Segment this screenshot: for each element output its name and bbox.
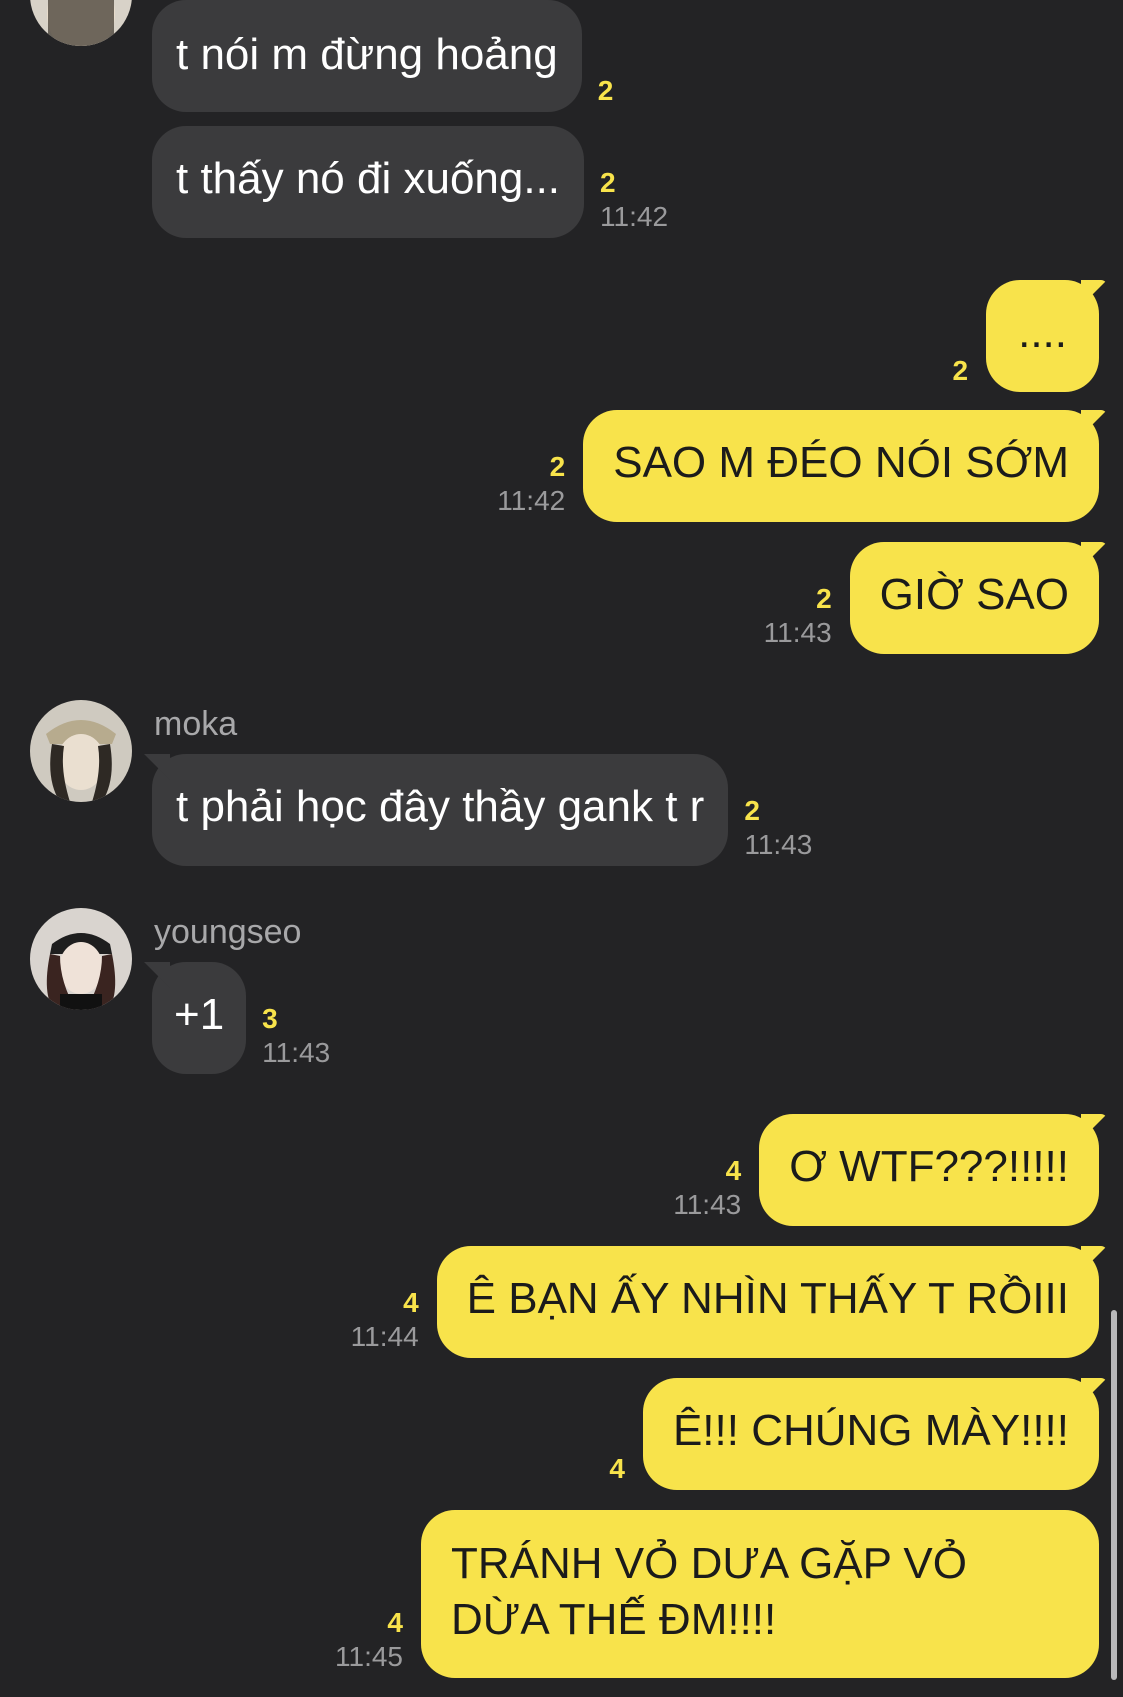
message-bubble[interactable]: Ơ WTF???!!!!! bbox=[759, 1114, 1099, 1226]
timestamp: 11:43 bbox=[744, 829, 813, 860]
message-meta: 4 bbox=[597, 1452, 643, 1490]
message-row-outgoing: GIỜ SAO 2 11:43 bbox=[752, 542, 1099, 654]
unread-count: 2 bbox=[549, 451, 566, 482]
message-row-outgoing: .... 2 bbox=[941, 280, 1099, 392]
message-bubble[interactable]: t thấy nó đi xuống... bbox=[152, 126, 585, 238]
avatar-youngseo[interactable] bbox=[30, 908, 132, 1010]
timestamp: 11:45 bbox=[335, 1641, 403, 1672]
message-row-incoming: t phải học đây thầy gank t r 2 11:43 bbox=[152, 754, 824, 866]
message-row-outgoing: Ê BẠN ẤY NHÌN THẤY T RỒIII 4 11:44 bbox=[339, 1246, 1099, 1358]
message-meta: 2 11:43 bbox=[752, 582, 850, 654]
unread-count: 2 bbox=[744, 795, 760, 826]
unread-count: 2 bbox=[597, 75, 614, 106]
message-bubble[interactable]: SAO M ĐÉO NÓI SỚM bbox=[583, 410, 1099, 522]
message-bubble[interactable]: t nói m đừng hoảng bbox=[152, 0, 582, 112]
message-text: Ê BẠN ẤY NHÌN THẤY T RỒIII bbox=[466, 1274, 1069, 1323]
message-text: t phải học đây thầy gank t r bbox=[176, 782, 705, 831]
message-bubble[interactable]: GIỜ SAO bbox=[849, 542, 1099, 654]
message-text: t thấy nó đi xuống... bbox=[176, 154, 561, 203]
message-meta: 2 11:42 bbox=[584, 166, 680, 238]
message-meta: 2 bbox=[941, 354, 987, 392]
message-row-outgoing: Ê!!! CHÚNG MÀY!!!! 4 bbox=[597, 1378, 1099, 1490]
message-text: GIỜ SAO bbox=[879, 570, 1069, 619]
timestamp: 11:43 bbox=[262, 1037, 331, 1068]
message-bubble[interactable]: +1 bbox=[152, 962, 247, 1074]
scrollbar[interactable] bbox=[1111, 1310, 1117, 1680]
message-bubble[interactable]: .... bbox=[986, 280, 1099, 392]
message-bubble[interactable]: t phải học đây thầy gank t r bbox=[152, 754, 729, 866]
timestamp: 11:42 bbox=[600, 201, 669, 232]
unread-count: 2 bbox=[952, 355, 969, 386]
message-row-outgoing: Ơ WTF???!!!!! 4 11:43 bbox=[661, 1114, 1099, 1226]
avatar-moka[interactable] bbox=[30, 700, 132, 802]
message-row-incoming: t nói m đừng hoảng 2 bbox=[152, 0, 625, 112]
message-meta: 4 11:43 bbox=[661, 1154, 759, 1226]
unread-count: 3 bbox=[262, 1003, 278, 1034]
message-meta: 2 11:42 bbox=[485, 450, 583, 522]
message-text: +1 bbox=[174, 990, 225, 1039]
message-bubble[interactable]: TRÁNH VỎ DƯA GẶP VỎ DỪA THẾ ĐM!!!! bbox=[421, 1510, 1099, 1678]
timestamp: 11:42 bbox=[497, 485, 566, 516]
message-text: SAO M ĐÉO NÓI SỚM bbox=[613, 438, 1069, 487]
message-bubble[interactable]: Ê!!! CHÚNG MÀY!!!! bbox=[642, 1378, 1099, 1490]
message-text: t nói m đừng hoảng bbox=[176, 30, 558, 79]
sender-name: youngseo bbox=[154, 913, 302, 951]
message-meta: 2 11:43 bbox=[728, 794, 824, 866]
unread-count: 4 bbox=[403, 1287, 419, 1318]
message-text: Ơ WTF???!!!!! bbox=[789, 1142, 1069, 1191]
sender-name: moka bbox=[154, 705, 238, 743]
message-meta: 3 11:43 bbox=[246, 1002, 342, 1074]
message-row-incoming: t thấy nó đi xuống... 2 11:42 bbox=[152, 126, 680, 238]
unread-count: 4 bbox=[725, 1155, 742, 1186]
unread-count: 2 bbox=[816, 583, 832, 614]
timestamp: 11:43 bbox=[763, 617, 832, 648]
message-row-incoming: +1 3 11:43 bbox=[152, 962, 342, 1074]
message-meta: 4 11:45 bbox=[323, 1606, 421, 1678]
message-row-outgoing: SAO M ĐÉO NÓI SỚM 2 11:42 bbox=[485, 410, 1099, 522]
message-text: Ê!!! CHÚNG MÀY!!!! bbox=[672, 1406, 1069, 1455]
message-row-outgoing: TRÁNH VỎ DƯA GẶP VỎ DỪA THẾ ĐM!!!! 4 11:… bbox=[323, 1510, 1099, 1678]
timestamp: 11:44 bbox=[350, 1321, 419, 1352]
message-meta: 4 11:44 bbox=[339, 1286, 437, 1358]
unread-count: 2 bbox=[600, 167, 616, 198]
avatar-moka-top[interactable] bbox=[30, 0, 132, 46]
timestamp: 11:43 bbox=[673, 1189, 742, 1220]
unread-count: 4 bbox=[387, 1607, 403, 1638]
message-meta: 2 bbox=[582, 74, 626, 112]
unread-count: 4 bbox=[609, 1453, 625, 1484]
message-text: TRÁNH VỎ DƯA GẶP VỎ DỪA THẾ ĐM!!!! bbox=[451, 1539, 967, 1644]
message-text: .... bbox=[1018, 308, 1067, 357]
message-bubble[interactable]: Ê BẠN ẤY NHÌN THẤY T RỒIII bbox=[436, 1246, 1099, 1358]
